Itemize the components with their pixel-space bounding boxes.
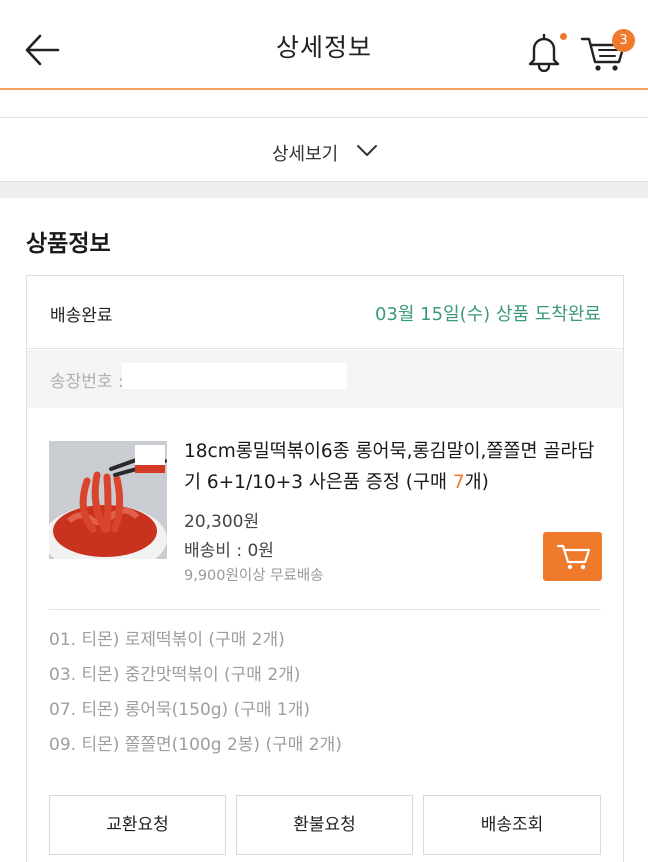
divider <box>49 609 601 610</box>
order-card: 배송완료 03월 15일(수) 상품 도착완료 송장번호 : 18cm롱밀떡볶이… <box>26 275 624 862</box>
option-item: 01. 티몬) 로제떡볶이 (구매 2개) <box>49 630 285 650</box>
tracking-row: 송장번호 : <box>27 350 623 408</box>
top-header: 상세정보 3 <box>0 0 648 90</box>
product-thumbnail[interactable] <box>49 441 167 559</box>
free-shipping-note: 9,900원이상 무료배송 <box>184 568 324 584</box>
option-item: 07. 티몬) 롱어묵(150g) (구매 1개) <box>49 700 310 720</box>
tracking-number <box>122 363 347 389</box>
notification-dot <box>560 33 567 40</box>
exchange-request-button[interactable]: 교환요청 <box>49 795 226 855</box>
add-to-cart-button[interactable] <box>543 532 602 581</box>
product-price: 20,300원 <box>184 512 260 532</box>
option-list: 01. 티몬) 로제떡볶이 (구매 2개) 03. 티몬) 중간맛떡볶이 (구매… <box>49 628 601 768</box>
shipping-fee: 배송비 : 0원 <box>184 541 274 561</box>
chevron-down-icon <box>357 145 377 156</box>
track-delivery-button[interactable]: 배송조회 <box>423 795 601 855</box>
spacer <box>0 92 648 116</box>
detail-toggle-label: 상세보기 <box>272 144 339 165</box>
bell-icon <box>528 33 560 73</box>
order-status: 배송완료 <box>50 306 113 326</box>
tracking-label: 송장번호 : <box>50 372 124 392</box>
notification-button[interactable] <box>524 30 564 73</box>
section-title: 상품정보 <box>26 231 111 257</box>
option-item: 09. 티몬) 쫄쫄면(100g 2봉) (구매 2개) <box>49 735 342 755</box>
product-name-suffix: 개) <box>464 472 489 493</box>
section-divider <box>0 182 648 198</box>
order-status-row: 배송완료 03월 15일(수) 상품 도착완료 <box>27 276 623 349</box>
product-name-text: 18cm롱밀떡볶이6종 롱어묵,롱김말이,쫄쫄면 골라담기 6+1/10+3 사… <box>184 441 595 493</box>
product-image <box>49 441 167 559</box>
order-actions: 교환요청 환불요청 배송조회 <box>49 795 601 855</box>
product-quantity: 7 <box>452 472 465 493</box>
delivery-date: 03월 15일(수) 상품 도착완료 <box>374 304 601 325</box>
detail-toggle[interactable]: 상세보기 <box>0 117 648 182</box>
option-item: 03. 티몬) 중간맛떡볶이 (구매 2개) <box>49 665 301 685</box>
refund-request-button[interactable]: 환불요청 <box>236 795 413 855</box>
cart-count-badge: 3 <box>612 29 635 52</box>
product-name[interactable]: 18cm롱밀떡볶이6종 롱어묵,롱김말이,쫄쫄면 골라담기 6+1/10+3 사… <box>184 436 609 498</box>
cart-icon <box>556 544 591 570</box>
